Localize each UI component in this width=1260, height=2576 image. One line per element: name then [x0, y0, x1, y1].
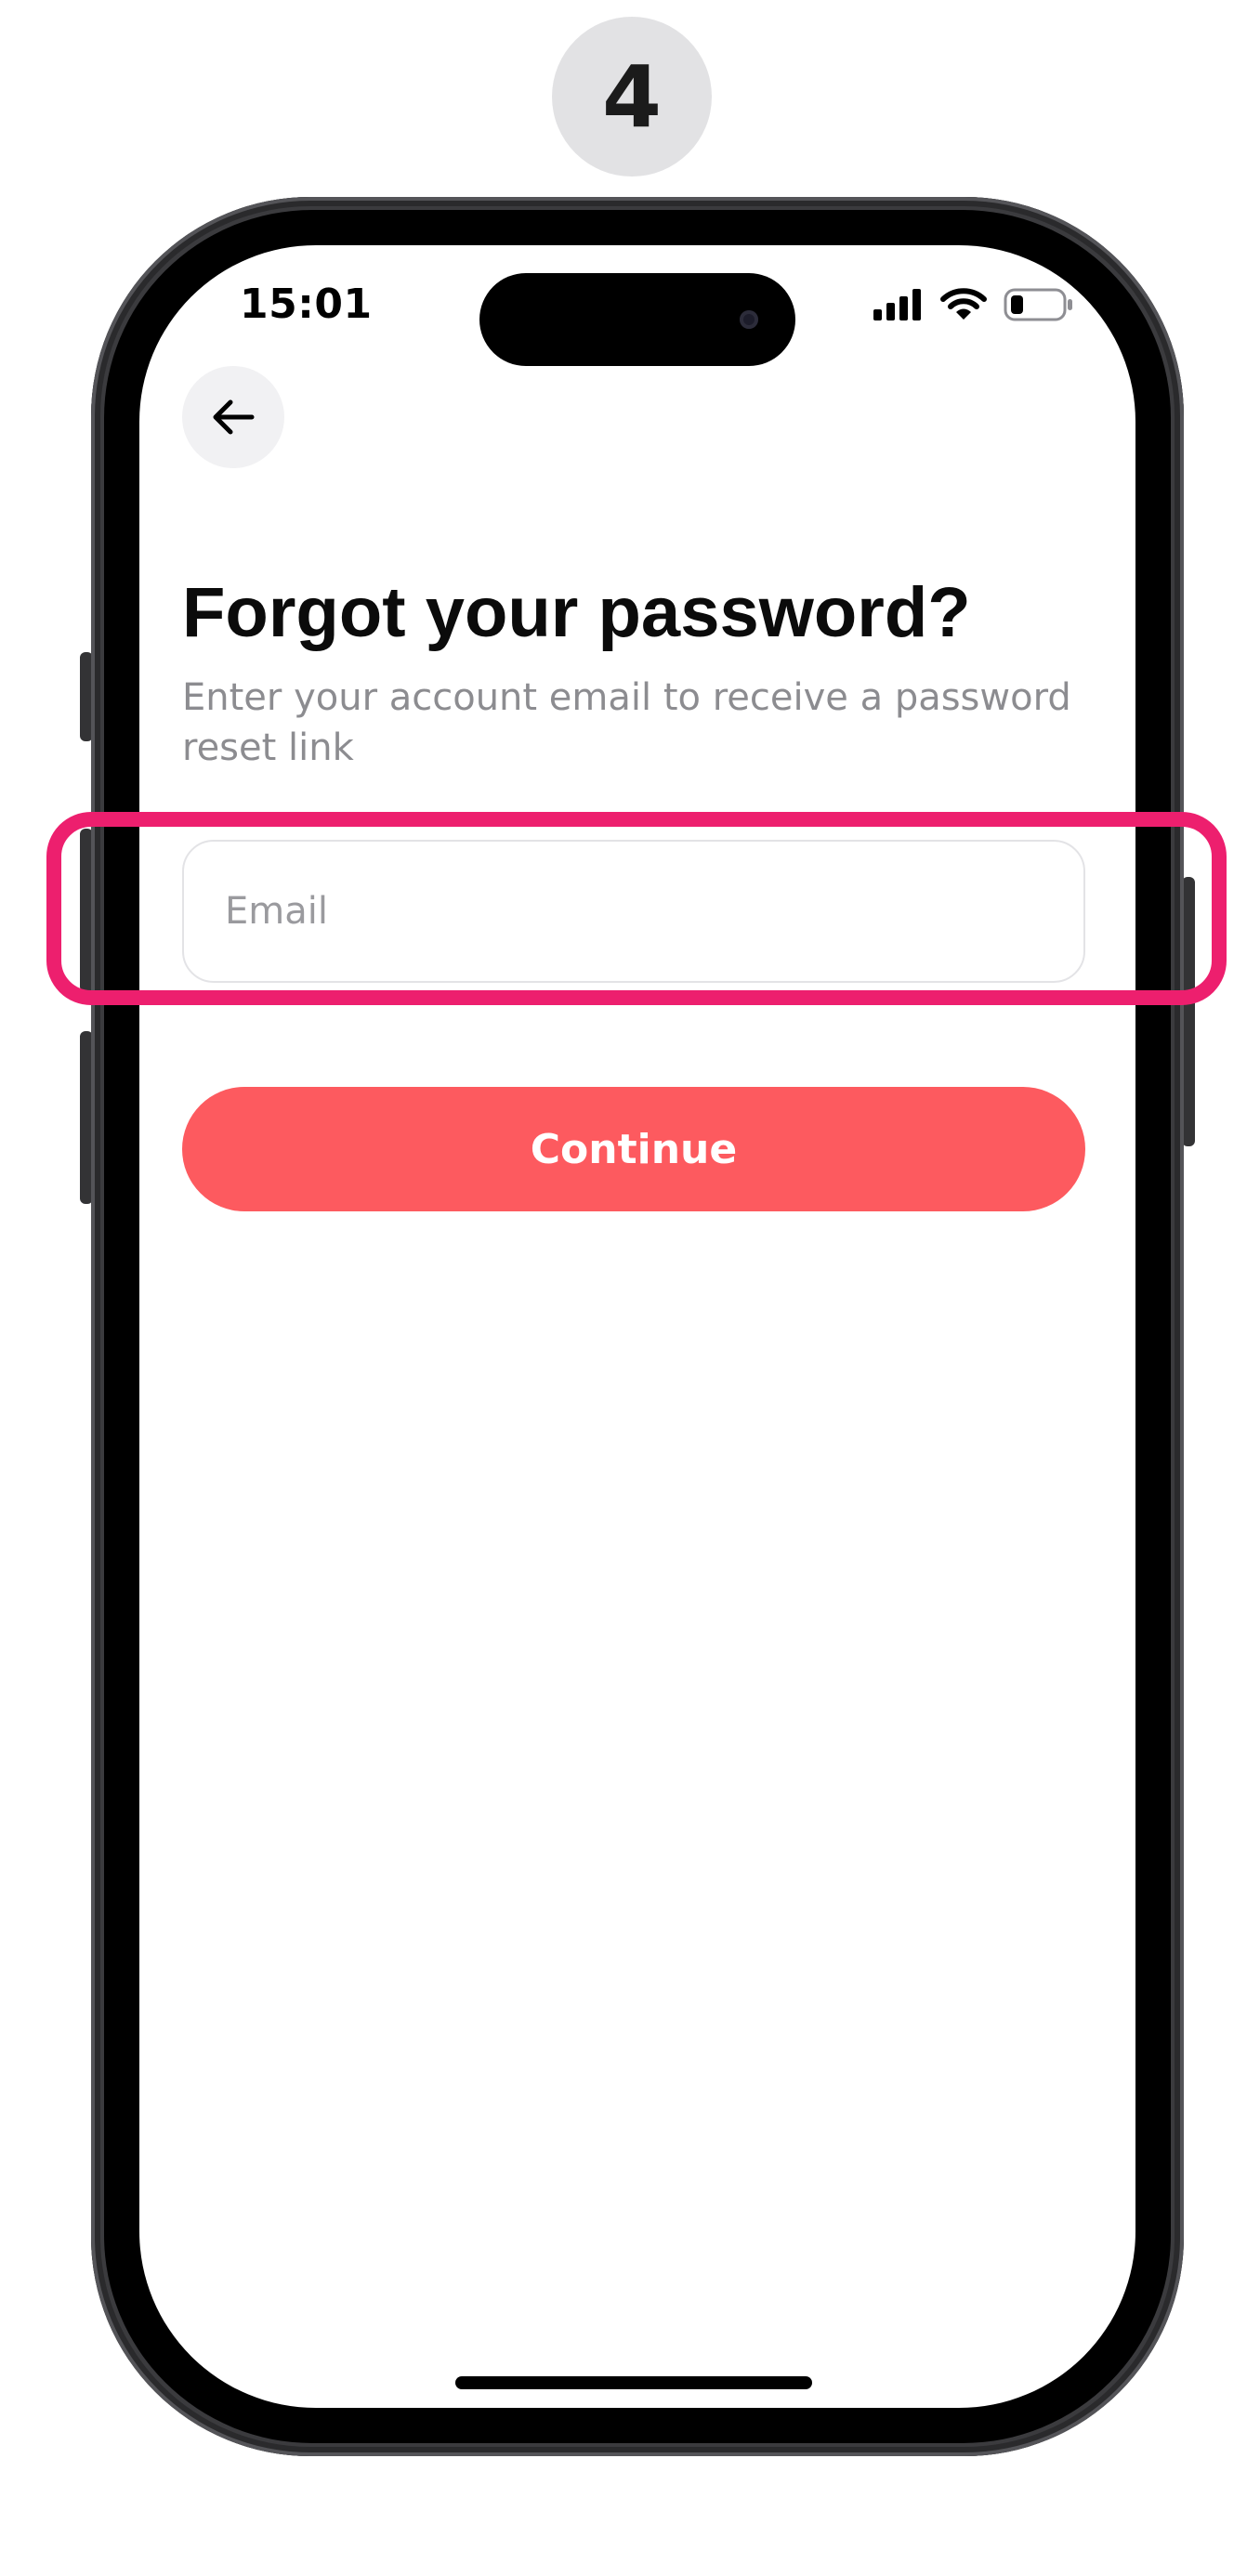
wifi-icon — [940, 288, 987, 320]
page-subtitle: Enter your account email to receive a pa… — [182, 676, 1071, 769]
back-button[interactable] — [182, 366, 284, 468]
page-title: Forgot your password? — [182, 573, 971, 652]
step-number: 4 — [601, 46, 662, 147]
camera-icon — [740, 310, 758, 329]
signal-icon — [873, 289, 921, 320]
status-icons — [873, 288, 1074, 321]
continue-button[interactable]: Continue — [182, 1087, 1085, 1211]
dynamic-island — [479, 273, 795, 366]
email-input[interactable] — [182, 840, 1085, 983]
battery-icon — [1004, 288, 1072, 321]
arrow-left-icon — [213, 399, 255, 435]
power-button — [1182, 877, 1195, 1146]
phone-screen: 15:01 Forgot your password? Enter your a… — [139, 245, 1135, 2408]
status-time: 15:01 — [240, 281, 373, 328]
step-badge: 4 — [552, 17, 712, 177]
home-indicator[interactable] — [455, 2376, 812, 2389]
